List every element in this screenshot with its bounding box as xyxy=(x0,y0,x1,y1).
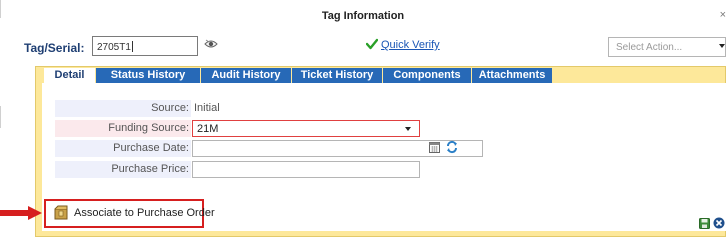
close-icon[interactable]: × xyxy=(720,9,726,21)
source-row: Source: Initial xyxy=(55,100,421,117)
purchase-price-label: Purchase Price: xyxy=(55,161,191,178)
source-label: Source: xyxy=(55,100,191,117)
funding-source-select[interactable]: 21M xyxy=(192,120,420,137)
dialog-title: Tag Information xyxy=(321,10,405,22)
refresh-icon[interactable] xyxy=(445,140,459,154)
eye-icon[interactable] xyxy=(203,38,219,50)
tag-serial-value: 2705T1 xyxy=(97,42,131,53)
left-border-line xyxy=(0,106,1,128)
funding-source-value: 21M xyxy=(197,123,219,135)
tab-components[interactable]: Components xyxy=(383,68,472,83)
tab-status-history[interactable]: Status History xyxy=(96,68,201,83)
purchase-price-input[interactable] xyxy=(192,161,420,178)
select-action-dropdown[interactable]: Select Action... xyxy=(608,37,726,57)
quick-verify-link[interactable]: Quick Verify xyxy=(381,39,440,51)
tab-bar: Detail Status History Audit History Tick… xyxy=(44,68,553,83)
tab-ticket-history[interactable]: Ticket History xyxy=(292,68,383,83)
purchase-price-row: Purchase Price: xyxy=(55,161,421,178)
source-value: Initial xyxy=(194,102,220,114)
funding-source-label: Funding Source: xyxy=(55,120,191,137)
calendar-icon[interactable] xyxy=(429,142,440,153)
cancel-icon[interactable] xyxy=(713,217,725,229)
chevron-down-icon xyxy=(719,44,725,48)
purchase-date-row: Purchase Date: xyxy=(55,140,483,157)
tag-serial-input[interactable]: 2705T1 xyxy=(92,36,198,56)
select-action-placeholder: Select Action... xyxy=(616,42,683,53)
tag-serial-label: Tag/Serial: xyxy=(24,41,85,55)
tab-detail[interactable]: Detail xyxy=(44,68,96,83)
package-icon[interactable] xyxy=(54,205,68,220)
check-icon xyxy=(366,38,378,50)
save-icon[interactable] xyxy=(699,218,710,229)
tab-audit-history[interactable]: Audit History xyxy=(201,68,292,83)
purchase-date-label: Purchase Date: xyxy=(55,140,191,157)
funding-source-row: Funding Source: 21M xyxy=(55,120,421,137)
tab-attachments[interactable]: Attachments xyxy=(472,68,553,83)
chevron-down-icon xyxy=(405,127,411,131)
red-arrow-icon xyxy=(0,206,42,220)
associate-purchase-order-button[interactable]: Associate to Purchase Order xyxy=(74,207,215,219)
